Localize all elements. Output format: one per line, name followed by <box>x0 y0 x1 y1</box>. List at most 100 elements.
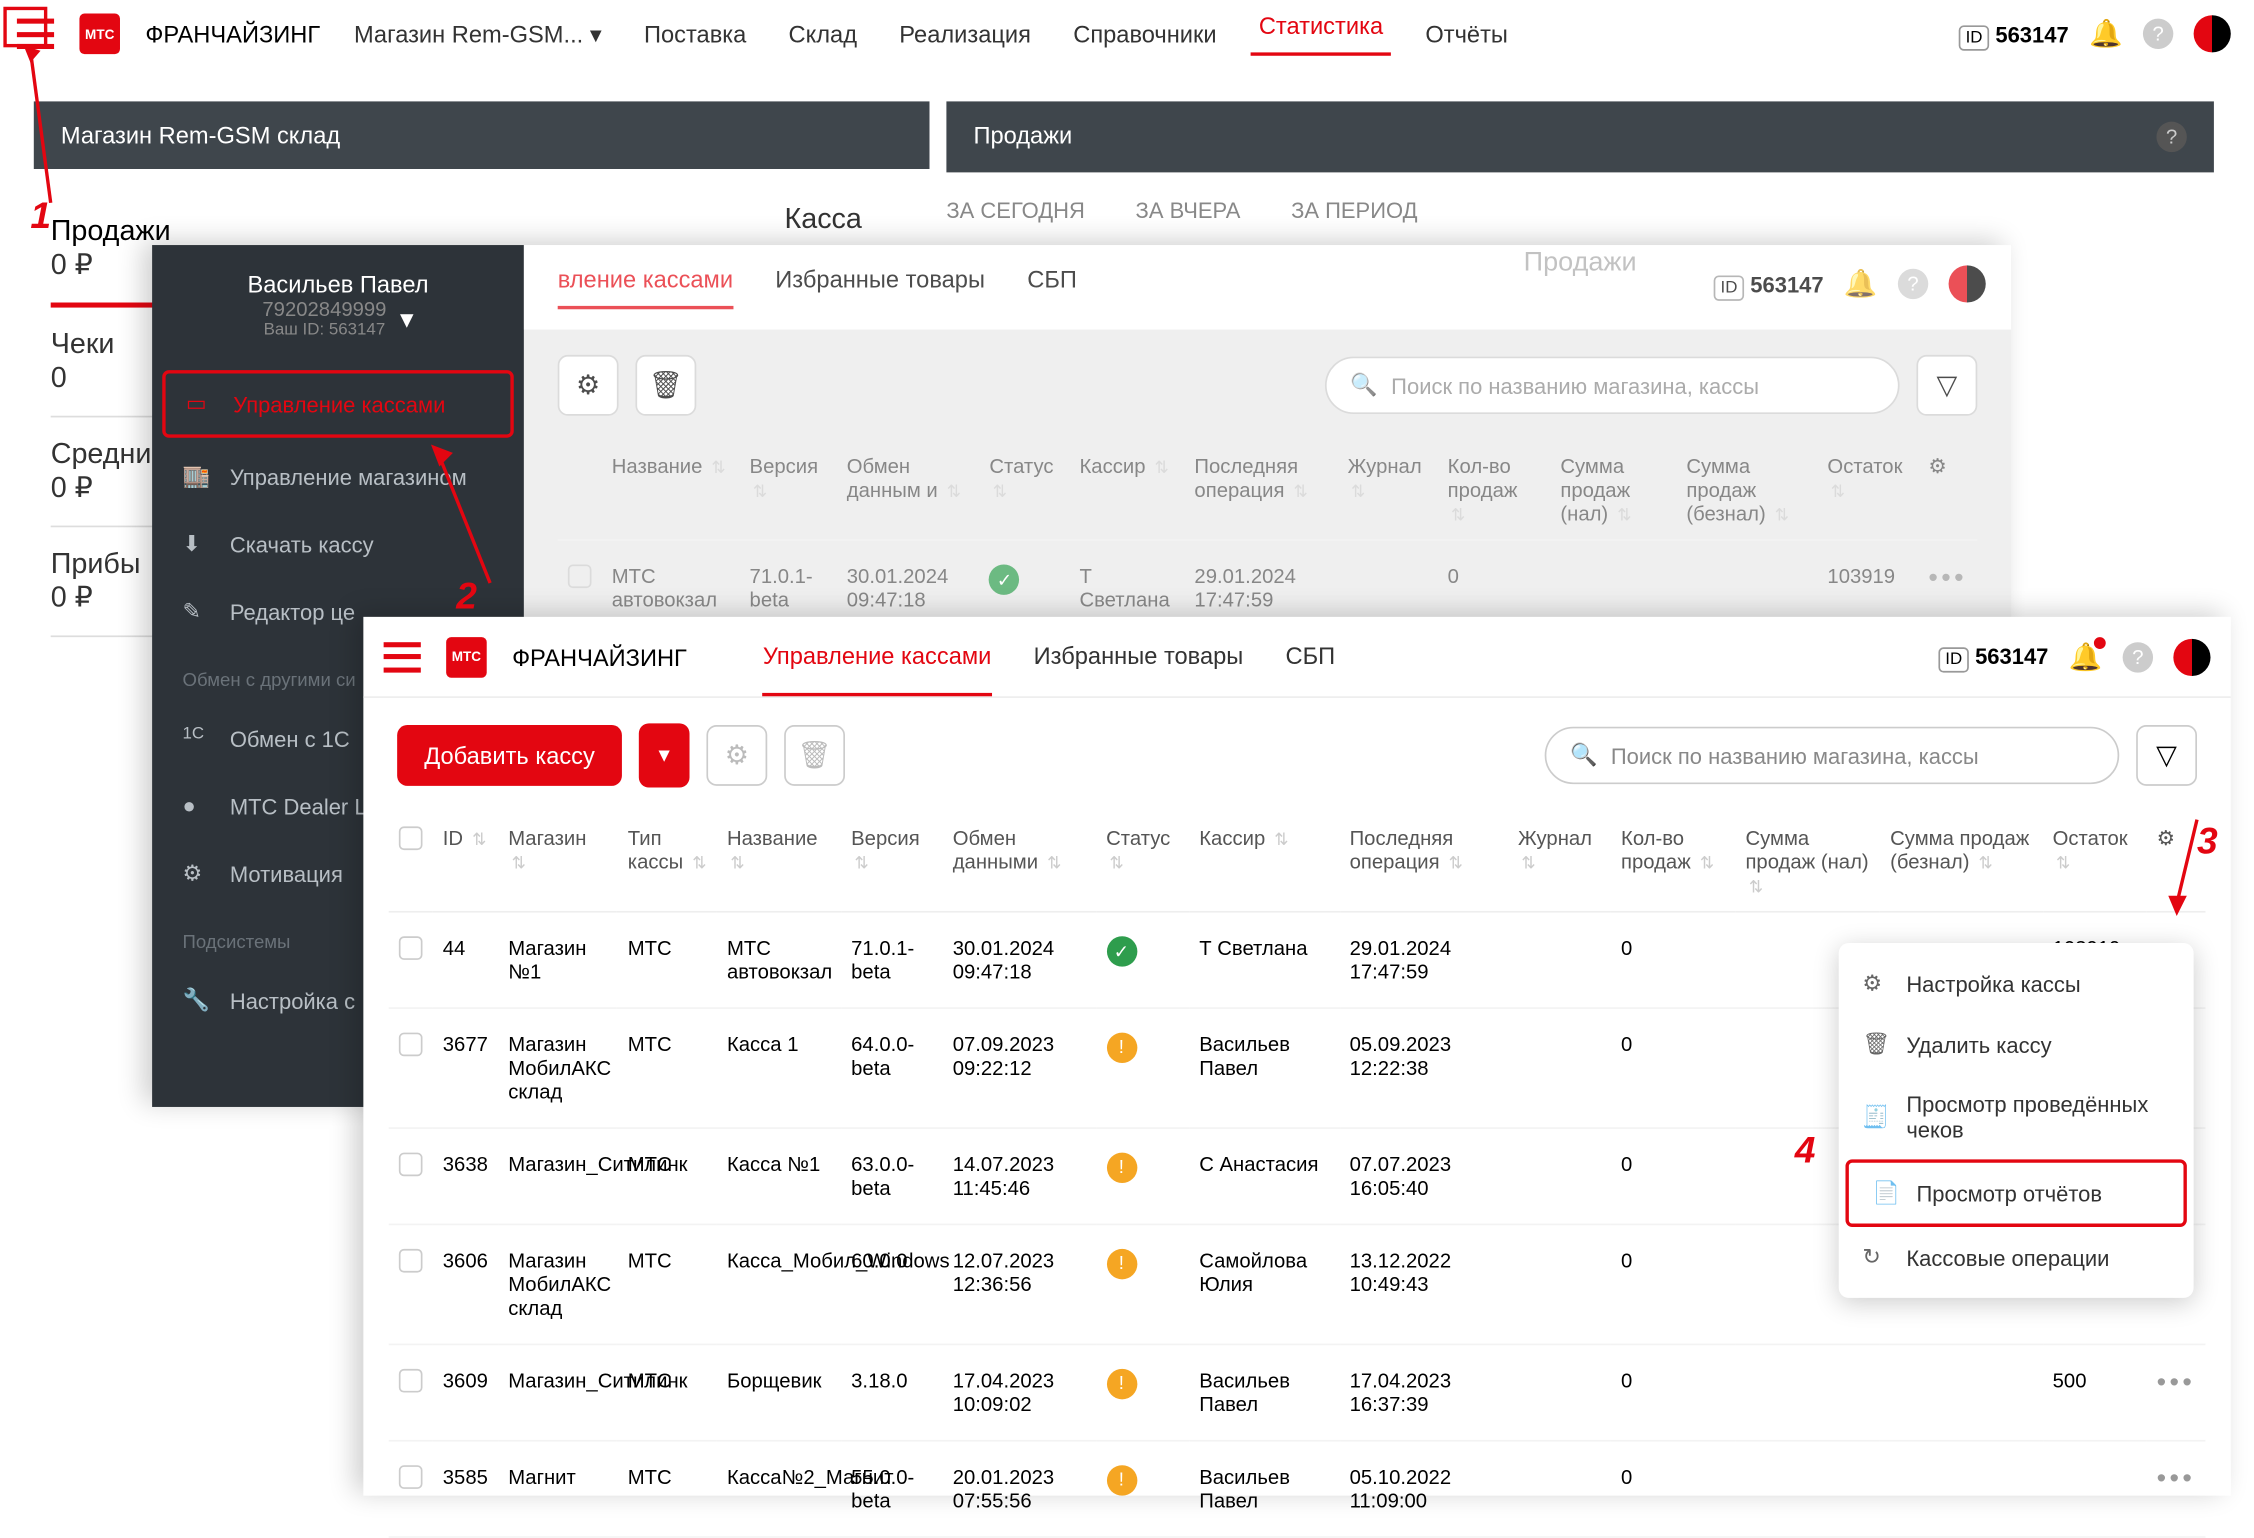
col-journal[interactable]: Журнал ⇅ <box>1508 813 1611 912</box>
status-warn-icon: ! <box>1106 1465 1136 1495</box>
row-menu[interactable]: ••• <box>1928 564 1967 593</box>
help-icon-3[interactable]: ? <box>2123 641 2153 671</box>
wrench-icon: 🔧 <box>183 987 210 1014</box>
col-balance[interactable]: Остаток ⇅ <box>2042 813 2146 912</box>
panel-title-sales: Продажи ? <box>946 101 2214 172</box>
mts-logo: МТС <box>79 14 120 55</box>
col-journal[interactable]: Журнал ⇅ <box>1338 441 1438 540</box>
col-sumbez[interactable]: Сумма продаж (безнал) ⇅ <box>1880 813 2042 912</box>
search-input[interactable]: 🔍 Поиск по названию магазина, кассы <box>1325 357 1900 414</box>
col-gear[interactable]: ⚙ <box>1918 441 1977 540</box>
col-name[interactable]: Название ⇅ <box>717 813 841 912</box>
trash-button[interactable]: 🗑 <box>635 355 696 416</box>
nav-spravochniki[interactable]: Справочники <box>1065 20 1225 47</box>
nav-realizacia[interactable]: Реализация <box>891 20 1040 47</box>
bell-icon[interactable]: 🔔 <box>1844 267 1878 301</box>
ctx-delete[interactable]: 🗑Удалить кассу <box>1839 1014 2194 1075</box>
bell-icon-3[interactable]: 🔔 <box>2069 640 2103 674</box>
tab-yesterday[interactable]: ЗА ВЧЕРА <box>1136 198 1241 223</box>
col-name[interactable]: Название ⇅ <box>602 441 740 540</box>
filter-button-3[interactable]: ▽ <box>2136 725 2197 786</box>
trash-icon: 🗑 <box>1862 1031 1889 1058</box>
status-ok-icon: ✓ <box>1106 936 1136 966</box>
ctx-reports[interactable]: 📄Просмотр отчётов <box>1845 1159 2186 1227</box>
ctx-checks[interactable]: 🧾Просмотр проведённых чеков <box>1839 1075 2194 1160</box>
help-icon[interactable]: ? <box>1898 269 1928 299</box>
ctx-cashops[interactable]: ↻Кассовые операции <box>1839 1227 2194 1288</box>
store-selector[interactable]: Магазин Rem-GSM... ▾ <box>345 19 610 48</box>
col-cashier[interactable]: Кассир ⇅ <box>1189 813 1339 912</box>
help-icon[interactable]: ? <box>2143 19 2173 49</box>
tab-sbp[interactable]: СБП <box>1027 265 1077 309</box>
row-checkbox[interactable] <box>399 1249 423 1273</box>
tab-kassy-3[interactable]: Управление кассами <box>763 618 991 696</box>
hamburger-icon-3[interactable] <box>384 641 421 671</box>
row-checkbox[interactable] <box>399 1465 423 1489</box>
row-checkbox[interactable] <box>399 1153 423 1177</box>
id-badge-2: ID 563147 <box>1714 271 1824 296</box>
col-status[interactable]: Статус ⇅ <box>1096 813 1189 912</box>
nav-statistika[interactable]: Статистика <box>1250 12 1391 56</box>
col-sumnal[interactable]: Сумма продаж (нал) ⇅ <box>1550 441 1676 540</box>
receipt-icon: 🧾 <box>1862 1104 1889 1131</box>
chevron-down-icon[interactable]: ▾ <box>400 302 414 336</box>
table-row[interactable]: 3609Магазин_СитилинкМТС Борщевик3.18.017… <box>389 1344 2206 1440</box>
help-icon[interactable]: ? <box>2156 122 2186 152</box>
nav-sklad[interactable]: Склад <box>780 20 865 47</box>
bell-icon[interactable]: 🔔 <box>2089 17 2123 51</box>
stat-sales-label: Продажи <box>51 215 440 249</box>
ctx-settings[interactable]: ⚙Настройка кассы <box>1839 953 2194 1014</box>
nav-postavka[interactable]: Поставка <box>636 20 755 47</box>
tab-today[interactable]: ЗА СЕГОДНЯ <box>946 198 1084 223</box>
sidebar-user-phone: 79202849999 <box>262 297 386 321</box>
table-row[interactable]: 3585МагнитМТС Касса№2_Магнит55.0.0-beta2… <box>389 1441 2206 1537</box>
row-menu[interactable]: ••• <box>2157 1465 2196 1494</box>
status-ok-icon: ✓ <box>989 564 1019 594</box>
gear-button-3[interactable]: ⚙ <box>706 725 767 786</box>
dealer-icon: ● <box>183 793 210 820</box>
refresh-icon: ↻ <box>1862 1244 1889 1271</box>
top-bar: МТС ФРАНЧАЙЗИНГ Магазин Rem-GSM... ▾ Пос… <box>0 0 2248 68</box>
nav-otchety[interactable]: Отчёты <box>1417 20 1516 47</box>
add-register-dropdown[interactable]: ▾ <box>639 723 690 787</box>
avatar[interactable] <box>2194 15 2231 52</box>
col-store[interactable]: Магазин ⇅ <box>498 813 618 912</box>
status-warn-icon: ! <box>1106 1033 1136 1063</box>
checkbox-all[interactable] <box>399 826 423 850</box>
sidebar-item-kassy[interactable]: ▭ Управление кассами <box>162 370 514 438</box>
col-qty[interactable]: Кол-во продаж ⇅ <box>1611 813 1735 912</box>
search-input-3[interactable]: 🔍 Поиск по названию магазина, кассы <box>1545 727 2120 784</box>
tab-favorites[interactable]: Избранные товары <box>775 265 985 309</box>
trash-button-3[interactable]: 🗑 <box>784 725 845 786</box>
col-version[interactable]: Версия ⇅ <box>739 441 836 540</box>
row-checkbox[interactable] <box>399 1369 423 1393</box>
tab-period[interactable]: ЗА ПЕРИОД <box>1291 198 1417 223</box>
col-qty[interactable]: Кол-во продаж ⇅ <box>1438 441 1551 540</box>
avatar-2[interactable] <box>1949 265 1986 302</box>
panel-title-store: Магазин Rem-GSM склад <box>34 101 930 169</box>
col-cashier[interactable]: Кассир ⇅ <box>1069 441 1184 540</box>
filter-button[interactable]: ▽ <box>1916 355 1977 416</box>
tab-kassy[interactable]: вление кассами <box>558 265 733 309</box>
row-checkbox[interactable] <box>399 1033 423 1057</box>
col-version[interactable]: Версия ⇅ <box>841 813 943 912</box>
col-type[interactable]: Тип кассы ⇅ <box>618 813 717 912</box>
row-checkbox[interactable] <box>399 936 423 960</box>
col-exchange[interactable]: Обмен данным и ⇅ <box>837 441 980 540</box>
col-id[interactable]: ID ⇅ <box>433 813 498 912</box>
annotation-4: 4 <box>1795 1129 1816 1173</box>
tab-favorites-3[interactable]: Избранные товары <box>1034 618 1244 696</box>
col-balance[interactable]: Остаток ⇅ <box>1817 441 1918 540</box>
col-lastop[interactable]: Последняя операция ⇅ <box>1184 441 1337 540</box>
gear-button[interactable]: ⚙ <box>558 355 619 416</box>
col-lastop[interactable]: Последняя операция ⇅ <box>1339 813 1507 912</box>
tab-sbp-3[interactable]: СБП <box>1286 618 1336 696</box>
row-menu[interactable]: ••• <box>2157 1369 2196 1398</box>
col-status[interactable]: Статус ⇅ <box>979 441 1069 540</box>
annotation-2: 2 <box>456 575 477 619</box>
avatar-3[interactable] <box>2173 638 2210 675</box>
col-sumbez[interactable]: Сумма продаж (безнал) ⇅ <box>1676 441 1817 540</box>
add-register-button[interactable]: Добавить кассу <box>397 725 622 786</box>
col-sumnal[interactable]: Сумма продаж (нал) ⇅ <box>1735 813 1880 912</box>
col-exchange[interactable]: Обмен данными ⇅ <box>943 813 1096 912</box>
